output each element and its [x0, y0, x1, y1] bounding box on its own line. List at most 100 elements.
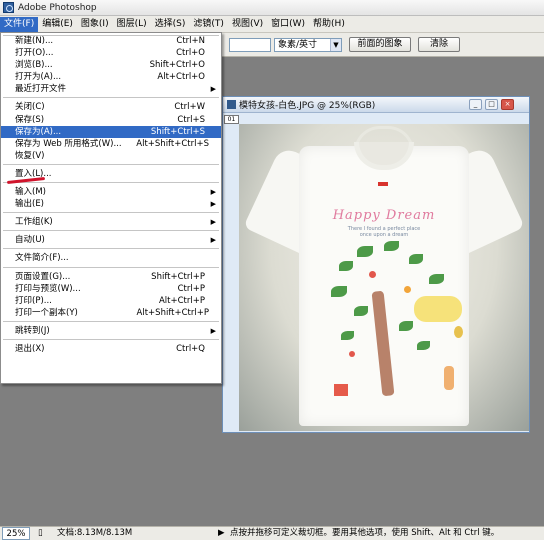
menu-item-label: 页面设置(G)...: [15, 271, 71, 282]
menu-item-revert[interactable]: 恢复(V): [1, 150, 221, 162]
chevron-right-icon: ▶: [210, 326, 216, 335]
menu-view[interactable]: 视图(V): [228, 17, 267, 32]
menu-item-print-preview[interactable]: 打印与预览(W)... Ctrl+P: [1, 283, 221, 295]
artwork-subtitle: There I found a perfect place once upon …: [259, 226, 509, 238]
chevron-down-icon: ▼: [330, 39, 341, 51]
clear-button[interactable]: 清除: [418, 37, 460, 52]
menu-item-print[interactable]: 打印(P)... Alt+Ctrl+P: [1, 295, 221, 307]
artwork-leaf: [384, 241, 399, 251]
menu-item-exit[interactable]: 退出(X) Ctrl+Q: [1, 343, 221, 355]
menu-item-shortcut: Ctrl+S: [177, 114, 205, 125]
menu-item-recent-files[interactable]: 最近打开文件 ▶: [1, 83, 221, 95]
menu-item-label: 打印(P)...: [15, 295, 52, 306]
status-hint: 点按并拖移可定义裁切框。要用其他选项，使用 Shift、Alt 和 Ctrl 键…: [230, 528, 500, 538]
unit-select[interactable]: 象素/英寸 ▼: [274, 38, 342, 52]
menu-item-label: 恢复(V): [15, 150, 45, 161]
artwork-leaf: [399, 321, 413, 331]
menu-item-shortcut: Shift+Ctrl+O: [149, 60, 205, 71]
shirt-tag: [378, 182, 388, 186]
maximize-icon[interactable]: □: [485, 99, 498, 110]
navigator-icon[interactable]: ▯: [38, 527, 43, 540]
document-window[interactable]: 模特女孩-白色.JPG @ 25%(RGB) _ □ × 01 Happy Dr…: [222, 96, 530, 433]
menu-layer[interactable]: 图层(L): [113, 17, 151, 32]
menu-item-shortcut: Ctrl+Q: [176, 343, 205, 354]
menu-item-shortcut: Alt+Ctrl+P: [158, 295, 205, 306]
menu-item-label: 自动(U): [15, 235, 45, 246]
menu-item-label: 退出(X): [15, 343, 45, 354]
artwork-leaf: [354, 306, 368, 316]
menu-item-shortcut: Ctrl+N: [176, 36, 205, 46]
chevron-right-icon: ▶: [210, 85, 216, 94]
artwork-apple: [404, 286, 411, 293]
menu-item-label: 跳转到(J): [15, 325, 50, 336]
artwork-leaf: [417, 341, 430, 350]
menu-item-label: 打印一个副本(Y): [15, 307, 78, 318]
document-title: 模特女孩-白色.JPG @ 25%(RGB): [239, 101, 376, 111]
menu-window[interactable]: 窗口(W): [267, 17, 309, 32]
menu-item-new[interactable]: 新建(N)... Ctrl+N: [1, 35, 221, 47]
menu-item-shortcut: Ctrl+O: [176, 48, 205, 59]
artwork-girl: [444, 366, 454, 390]
menu-item-save-as[interactable]: 保存为(A)... Shift+Ctrl+S: [1, 125, 221, 138]
app-titlebar: Adobe Photoshop: [0, 0, 544, 16]
resolution-input[interactable]: [229, 38, 271, 52]
chevron-right-icon: ▶: [210, 200, 216, 209]
menu-item-label: 保存为(A)...: [15, 126, 62, 137]
menu-image[interactable]: 图象(I): [77, 17, 113, 32]
menu-item-file-info[interactable]: 文件简介(F)...: [1, 252, 221, 264]
menu-item-shortcut: Alt+Shift+Ctrl+S: [136, 138, 209, 149]
artwork-leaf: [409, 254, 423, 264]
menu-item-open[interactable]: 打开(O)... Ctrl+O: [1, 47, 221, 59]
status-arrow-icon[interactable]: ▶: [218, 527, 225, 540]
menu-item-shortcut: Alt+Shift+Ctrl+P: [136, 307, 209, 318]
menu-item-print-one-copy[interactable]: 打印一个副本(Y) Alt+Shift+Ctrl+P: [1, 307, 221, 319]
menu-item-label: 保存为 Web 所用格式(W)...: [15, 138, 122, 149]
zoom-level-input[interactable]: 25%: [2, 527, 30, 540]
chevron-right-icon: ▶: [210, 188, 216, 197]
menu-item-automate[interactable]: 自动(U) ▶: [1, 234, 221, 246]
menu-item-browse[interactable]: 浏览(B)... Shift+Ctrl+O: [1, 59, 221, 71]
artwork-leaf: [429, 274, 444, 284]
menu-help[interactable]: 帮助(H): [309, 17, 349, 32]
menu-item-label: 浏览(B)...: [15, 60, 53, 71]
artwork-leaf: [339, 261, 353, 271]
menu-item-save-for-web[interactable]: 保存为 Web 所用格式(W)... Alt+Shift+Ctrl+S: [1, 138, 221, 150]
menu-item-label: 打印与预览(W)...: [15, 283, 81, 294]
image-canvas[interactable]: Happy Dream There I found a perfect plac…: [239, 124, 529, 431]
document-icon: [227, 100, 236, 109]
menu-item-workgroup[interactable]: 工作组(K) ▶: [1, 216, 221, 228]
document-titlebar[interactable]: 模特女孩-白色.JPG @ 25%(RGB) _ □ ×: [223, 97, 529, 113]
artwork-birdhouse: [334, 384, 348, 396]
artwork-subtitle-line2: once upon a dream: [359, 232, 409, 238]
menu-filter[interactable]: 滤镜(T): [189, 17, 228, 32]
front-image-button[interactable]: 前面的图象: [349, 37, 411, 52]
menu-item-shortcut: Ctrl+W: [174, 102, 205, 113]
artwork-title: Happy Dream: [332, 208, 436, 223]
menu-item-label: 保存(S): [15, 114, 45, 125]
artwork-balloon: [454, 326, 463, 338]
artwork-leaf: [357, 246, 373, 257]
menu-item-jump-to[interactable]: 跳转到(J) ▶: [1, 325, 221, 337]
chevron-right-icon: ▶: [210, 218, 216, 227]
menu-item-export[interactable]: 输出(E) ▶: [1, 198, 221, 210]
menu-item-close[interactable]: 关闭(C) Ctrl+W: [1, 101, 221, 113]
menu-item-shortcut: Alt+Ctrl+O: [157, 72, 205, 83]
menu-item-save[interactable]: 保存(S) Ctrl+S: [1, 114, 221, 126]
document-size: 文档:8.13M/8.13M: [57, 528, 133, 538]
minimize-icon[interactable]: _: [469, 99, 482, 110]
menu-file[interactable]: 文件(F): [0, 16, 39, 32]
menu-item-label: 关闭(C): [15, 102, 45, 113]
artwork-leaf: [331, 286, 347, 297]
menu-item-open-as[interactable]: 打开为(A)... Alt+Ctrl+O: [1, 71, 221, 83]
menu-select[interactable]: 选择(S): [151, 17, 190, 32]
menu-item-import[interactable]: 输入(M) ▶: [1, 186, 221, 198]
close-icon[interactable]: ×: [501, 99, 514, 110]
menu-item-label: 打开(O)...: [15, 48, 54, 59]
menu-edit[interactable]: 编辑(E): [38, 17, 77, 32]
menu-item-shortcut: Shift+Ctrl+S: [150, 126, 205, 137]
menu-item-shortcut: Shift+Ctrl+P: [151, 271, 205, 282]
unit-select-value: 象素/英寸: [278, 40, 318, 50]
tshirt-image: Happy Dream There I found a perfect plac…: [243, 142, 525, 426]
artwork-leaf: [341, 331, 354, 340]
menu-item-page-setup[interactable]: 页面设置(G)... Shift+Ctrl+P: [1, 271, 221, 283]
